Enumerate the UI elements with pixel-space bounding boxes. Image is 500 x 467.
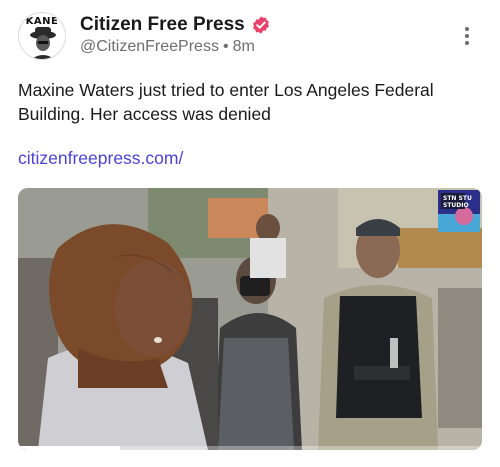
post-text: Maxine Waters just tried to enter Los An… — [18, 80, 434, 124]
more-dot — [465, 41, 469, 45]
channel-watermark-logo: STN STU STUDIO — [438, 190, 480, 232]
video-player[interactable]: STN STU STUDIO — [18, 188, 482, 450]
account-meta: @CitizenFreePress • 8m — [80, 38, 255, 56]
more-dot — [465, 34, 469, 38]
account-name[interactable]: Citizen Free Press — [80, 14, 245, 36]
meta-separator: • — [222, 38, 229, 55]
post-timestamp[interactable]: 8m — [233, 38, 255, 55]
svg-text:STUDIO: STUDIO — [443, 202, 469, 209]
verified-badge-icon — [253, 16, 269, 34]
svg-text:STN STU: STN STU — [443, 195, 472, 202]
account-handle[interactable]: @CitizenFreePress — [80, 38, 219, 55]
more-options-button[interactable] — [455, 24, 479, 50]
video-frame — [18, 188, 482, 450]
post-link[interactable]: citizenfreepress.com/ — [18, 148, 183, 169]
avatar[interactable]: KANE — [18, 12, 66, 60]
video-progress-fill — [18, 446, 121, 450]
post-card: KANE Citizen Free Press @CitizenFreePres… — [0, 0, 500, 467]
video-progress-bar[interactable] — [18, 446, 482, 450]
avatar-label: KANE — [25, 16, 59, 27]
more-vertical-icon — [465, 27, 469, 31]
